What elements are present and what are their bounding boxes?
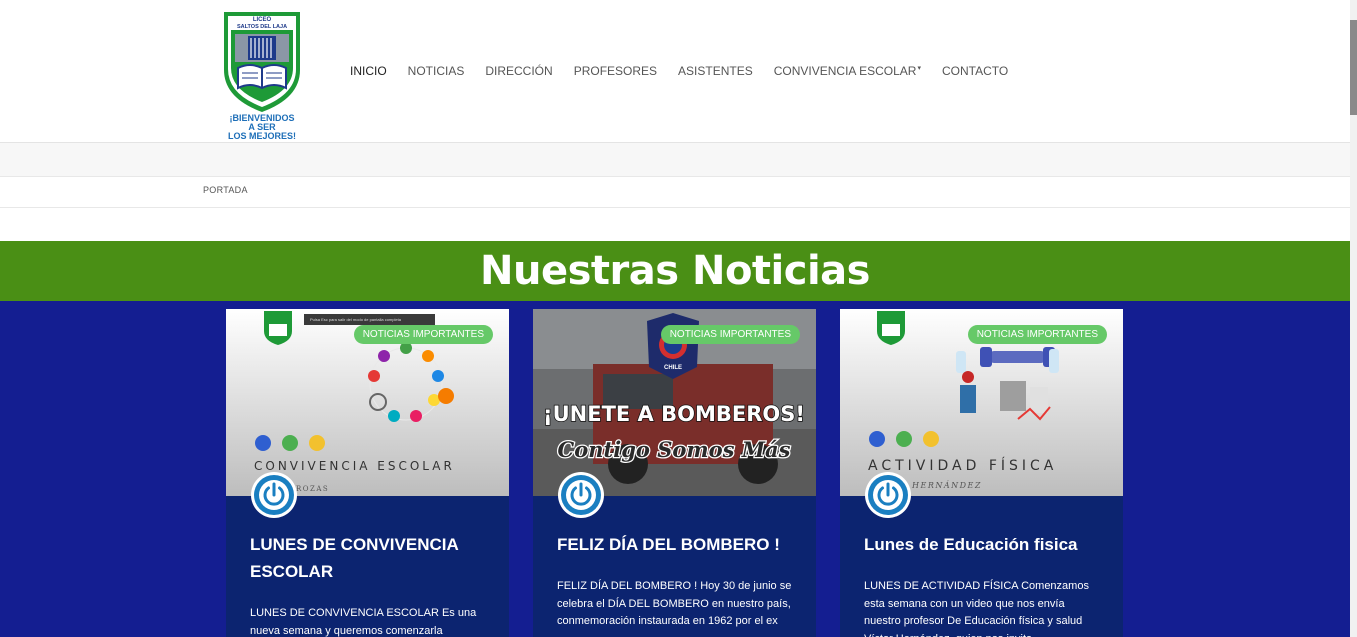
power-icon[interactable]	[864, 471, 912, 519]
fullscreen-tooltip: Pulsa Esc para salir del modo de pantall…	[304, 314, 435, 325]
power-icon[interactable]	[250, 471, 298, 519]
nav-item-asistentes[interactable]: ASISTENTES	[678, 64, 753, 78]
card-image-subcaption: Contigo Somos Más	[558, 437, 791, 462]
title-band	[0, 143, 1350, 177]
breadcrumb-bar: PORTADA	[0, 177, 1350, 208]
card-title[interactable]: LUNES DE CONVIVENCIA ESCOLAR	[250, 531, 490, 585]
category-badge[interactable]: NOTICIAS IMPORTANTES	[660, 325, 800, 344]
dropdown-caret-icon: ▾	[917, 65, 921, 72]
school-logo[interactable]: LICEO SALTOS DEL LAJA ¡BIENVENIDOS A SER…	[220, 8, 304, 142]
category-badge[interactable]: NOTICIAS IMPORTANTES	[353, 325, 493, 344]
logo-top-text: LICEO	[253, 17, 272, 23]
nav-item-convivencia-escolar[interactable]: CONVIVENCIA ESCOLAR▾	[774, 64, 921, 78]
main-nav: INICIO NOTICIAS DIRECCIÓN PROFESORES ASI…	[350, 64, 1029, 78]
card-title[interactable]: FELIZ DÍA DEL BOMBERO !	[557, 531, 797, 558]
scrollbar-thumb[interactable]	[1350, 20, 1357, 115]
card-image-subcaption: ROZAS	[296, 485, 329, 493]
news-card[interactable]: CONVIVENCIA ESCOLAR ROZAS Pulsa Esc para…	[226, 309, 509, 637]
nav-item-inicio[interactable]: INICIO	[350, 64, 387, 78]
card-title[interactable]: Lunes de Educación fisica	[864, 531, 1104, 558]
page-scrollbar[interactable]	[1350, 0, 1357, 637]
card-image-subcaption: HERNÁNDEZ	[911, 481, 982, 490]
category-badge[interactable]: NOTICIAS IMPORTANTES	[967, 325, 1107, 344]
nav-item-noticias[interactable]: NOTICIAS	[408, 64, 465, 78]
news-card[interactable]: CHILE ¡UNETE A BOMBEROS! Contigo Somos M…	[533, 309, 816, 637]
power-icon[interactable]	[557, 471, 605, 519]
breadcrumb[interactable]: PORTADA	[203, 185, 248, 195]
site-header: LICEO SALTOS DEL LAJA ¡BIENVENIDOS A SER…	[0, 0, 1350, 143]
card-excerpt: LUNES DE CONVIVENCIA ESCOLAR Es una nuev…	[250, 607, 477, 637]
card-excerpt: FELIZ DÍA DEL BOMBERO ! Hoy 30 de junio …	[557, 580, 792, 627]
logo-school-name: SALTOS DEL LAJA	[237, 24, 287, 30]
nav-item-label: CONVIVENCIA ESCOLAR	[773, 64, 917, 78]
card-image-emblem-text: CHILE	[664, 365, 682, 371]
logo-motto-line-3: LOS MEJORES!	[228, 131, 296, 141]
nav-item-profesores[interactable]: PROFESORES	[574, 64, 657, 78]
section-title: Nuestras Noticias	[480, 248, 870, 294]
section-header: Nuestras Noticias	[0, 241, 1350, 301]
card-image-caption: ¡UNETE A BOMBEROS!	[543, 402, 805, 426]
nav-item-contacto[interactable]: CONTACTO	[942, 64, 1008, 78]
nav-item-direccion[interactable]: DIRECCIÓN	[485, 64, 552, 78]
news-card[interactable]: ACTIVIDAD FÍSICA HERNÁNDEZ NOTICIAS IMPO…	[840, 309, 1123, 637]
card-excerpt: LUNES DE ACTIVIDAD FÍSICA Comenzamos est…	[864, 580, 1089, 637]
